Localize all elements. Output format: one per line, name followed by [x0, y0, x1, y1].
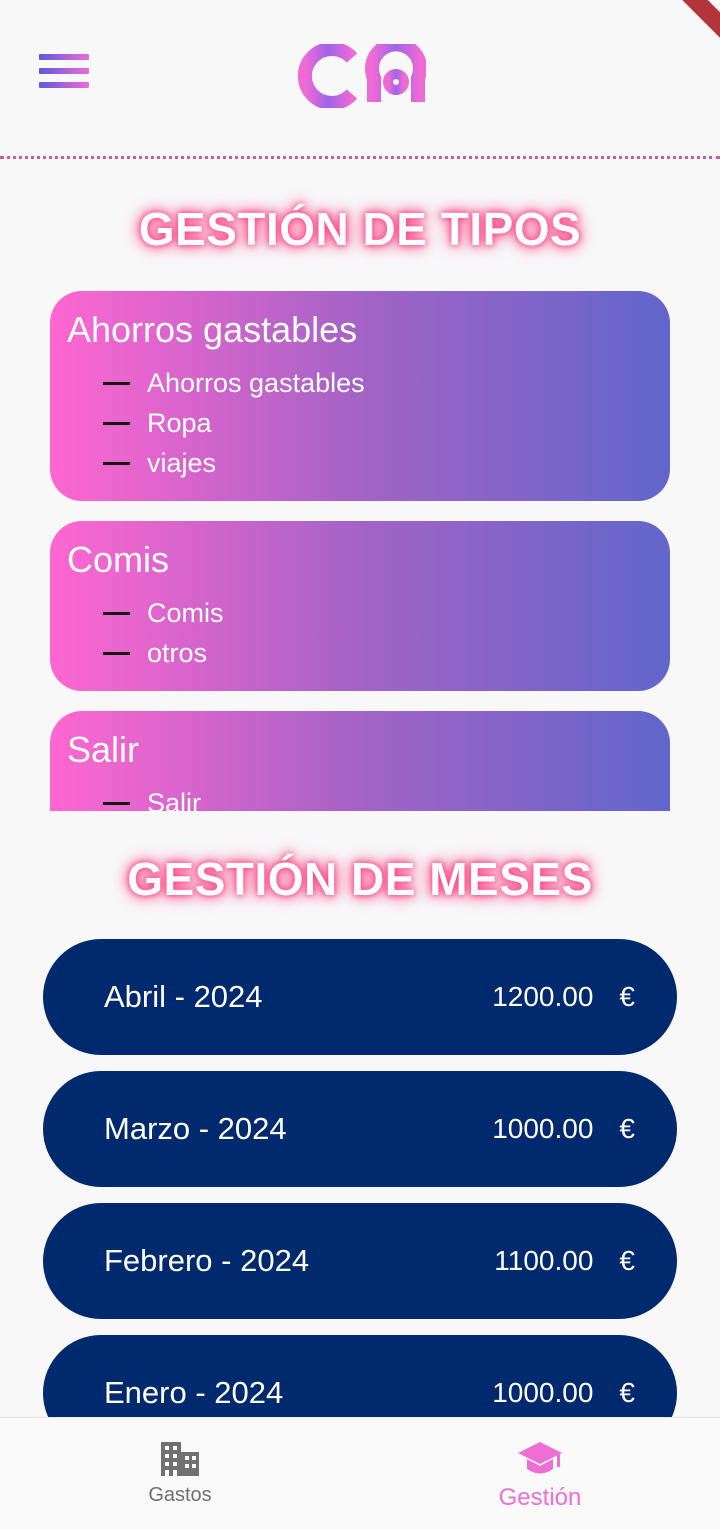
dash-icon — [103, 611, 130, 615]
month-item[interactable]: Abril - 2024 1200.00 € — [43, 939, 677, 1055]
type-item-label: Ahorros gastables — [147, 367, 365, 398]
building-icon — [161, 1442, 199, 1476]
month-name: Marzo - 2024 — [104, 1111, 287, 1146]
type-card[interactable]: Comis Comis otros — [50, 521, 670, 691]
types-section-title: GESTIÓN DE TIPOS — [138, 203, 582, 255]
graduation-cap-icon — [518, 1442, 562, 1474]
type-card-title: Ahorros gastables — [67, 309, 358, 350]
month-amount: 1200.00 — [492, 981, 594, 1012]
type-item-label: otros — [147, 637, 208, 668]
month-amount: 1100.00 — [494, 1245, 594, 1276]
type-item: otros — [67, 633, 653, 673]
currency-symbol: € — [619, 1245, 635, 1276]
months-section-title: GESTIÓN DE MESES — [127, 853, 593, 905]
month-item[interactable]: Marzo - 2024 1000.00 € — [43, 1071, 677, 1187]
type-item-label: viajes — [147, 447, 217, 478]
hamburger-menu-icon[interactable] — [39, 54, 89, 100]
nav-tab-gestion[interactable]: Gestión — [360, 1418, 720, 1529]
type-card[interactable]: Salir Salir — [50, 711, 670, 811]
app-header — [0, 0, 720, 160]
month-name: Enero - 2024 — [104, 1375, 284, 1410]
month-amount: 1000.00 — [492, 1113, 594, 1144]
type-item: Ropa — [67, 403, 653, 443]
dash-icon — [103, 421, 130, 425]
month-item[interactable]: Febrero - 2024 1100.00 € — [43, 1203, 677, 1319]
month-amount: 1000.00 — [492, 1377, 594, 1408]
nav-label: Gastos — [148, 1484, 212, 1506]
dash-icon — [103, 381, 130, 385]
bottom-navigation: Gastos Gestión — [0, 1417, 720, 1529]
type-card-title: Salir — [67, 729, 140, 770]
currency-symbol: € — [619, 1113, 635, 1144]
type-item-label: Ropa — [147, 407, 212, 438]
currency-symbol: € — [619, 981, 635, 1012]
type-card[interactable]: Ahorros gastables Ahorros gastables Ropa… — [50, 291, 670, 501]
type-card-title: Comis — [67, 539, 170, 580]
types-list[interactable]: Ahorros gastables Ahorros gastables Ropa… — [50, 291, 670, 811]
type-item-label: Salir — [147, 787, 202, 812]
header-divider — [0, 156, 720, 159]
co-logo-icon — [297, 44, 426, 108]
type-item: Salir — [67, 783, 653, 811]
dash-icon — [103, 461, 130, 465]
month-name: Abril - 2024 — [104, 979, 263, 1014]
type-item: Comis — [67, 593, 653, 633]
currency-symbol: € — [619, 1377, 635, 1408]
dash-icon — [103, 651, 130, 655]
dash-icon — [103, 801, 130, 805]
month-name: Febrero - 2024 — [104, 1243, 310, 1278]
nav-label: Gestión — [498, 1484, 582, 1511]
type-item: viajes — [67, 443, 653, 483]
type-item-label: Comis — [147, 597, 224, 628]
type-item: Ahorros gastables — [67, 363, 653, 403]
nav-tab-gastos[interactable]: Gastos — [0, 1418, 360, 1529]
